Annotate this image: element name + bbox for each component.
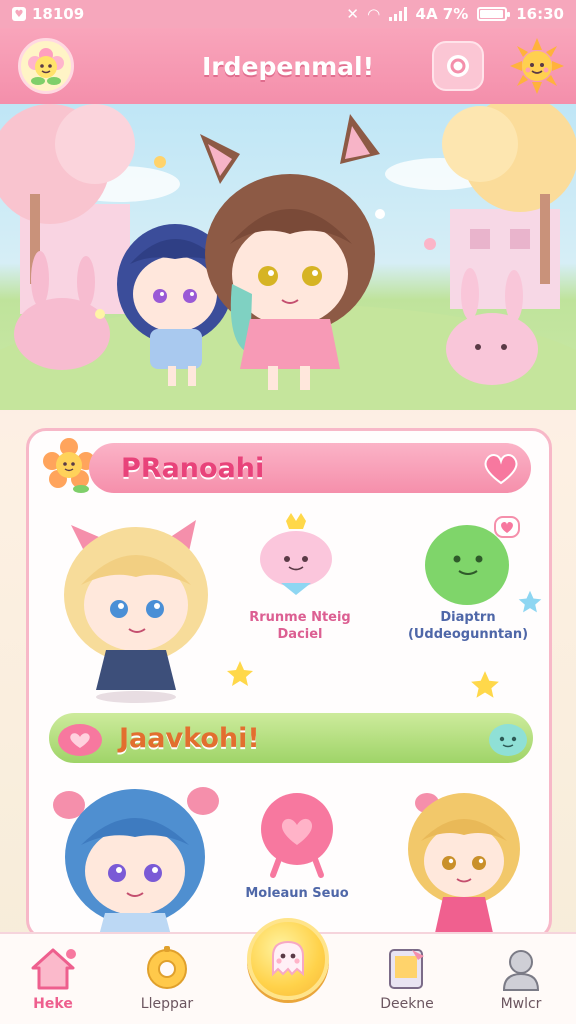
section1-banner[interactable]: PRanoahi <box>89 443 531 493</box>
battery-icon <box>477 7 511 21</box>
heart-icon[interactable] <box>483 451 519 485</box>
pet-label-pink-blob: Rrunme Nteig Daciel <box>249 610 351 642</box>
battery-fill <box>480 10 504 18</box>
green-slime-pet-icon <box>425 516 520 605</box>
character-card-blonde-girl[interactable] <box>51 505 221 705</box>
profile-icon <box>502 950 540 991</box>
status-right-text: 4A 7% <box>415 5 469 23</box>
star-icon <box>471 671 499 698</box>
notification-icon: ♥ <box>12 7 26 21</box>
mute-icon: ✕ <box>346 5 359 23</box>
nav-home-label: Heke <box>33 996 73 1012</box>
wifi-icon: ◠ <box>367 5 380 23</box>
nav-decks[interactable]: Deekne <box>352 942 462 1022</box>
pet-card-pink-blob[interactable] <box>253 511 339 597</box>
chibi-blue-hair-girl-icon <box>53 787 219 937</box>
section2-banner[interactable]: Jaavkohi! <box>49 713 533 763</box>
status-bar: ♥ 18109 ✕ ◠ 4A 7% 16:30 <box>0 0 576 28</box>
pet-label-heart-balloon: Moleaun Seuo <box>245 886 349 901</box>
sun-mascot-button[interactable] <box>508 36 566 96</box>
app-header: Irdepenmal! <box>0 28 576 104</box>
content-card: PRanoahi Rrunme Nteig Daciel Diaptrn (Ud… <box>26 428 552 940</box>
flower-mascot-icon <box>28 48 64 85</box>
search-icon <box>447 55 469 77</box>
pink-crown-blob-pet-icon <box>260 513 332 595</box>
ghost-mascot-icon <box>272 940 304 977</box>
nav-helper-label: Lleppar <box>140 996 194 1012</box>
app-title: Irdepenmal! <box>201 51 375 81</box>
center-action-button[interactable] <box>247 918 329 1000</box>
pink-slime-icon <box>58 724 102 756</box>
home-icon <box>31 948 76 990</box>
nav-home[interactable]: Heke <box>0 942 108 1022</box>
section1-title: PRanoahi <box>121 452 265 484</box>
chibi-blonde-cat-ear-girl-icon <box>64 520 208 703</box>
donut-icon <box>147 946 187 989</box>
nav-decks-label: Deekne <box>380 996 434 1012</box>
pet-card-green-slime[interactable] <box>421 509 521 609</box>
hero-illustration <box>0 104 576 410</box>
note-icon <box>389 949 424 989</box>
signal-icon <box>388 7 407 21</box>
status-left-text: 18109 <box>32 5 85 23</box>
sun-mascot-icon <box>510 38 564 94</box>
nav-helper[interactable]: Lleppar <box>112 942 222 1022</box>
pet-card-heart-balloon[interactable] <box>257 789 337 881</box>
character-card-blonde-girl-2[interactable] <box>399 783 529 937</box>
bottom-navigation: Heke Lleppar Deekne Mwlcr <box>0 918 576 1024</box>
nav-profile[interactable]: Mwlcr <box>466 942 576 1022</box>
teal-slime-icon <box>489 724 527 756</box>
character-card-blue-girl[interactable] <box>53 775 223 937</box>
nav-profile-label: Mwlcr <box>500 996 542 1012</box>
star-icon <box>518 590 542 613</box>
star-icon <box>227 661 253 686</box>
hero-banner <box>0 104 576 410</box>
pink-heart-balloon-icon <box>261 793 333 878</box>
chibi-blonde-girl-icon <box>408 793 520 933</box>
search-button[interactable] <box>432 41 484 91</box>
profile-avatar-button[interactable] <box>18 38 74 94</box>
status-time: 16:30 <box>516 5 564 23</box>
